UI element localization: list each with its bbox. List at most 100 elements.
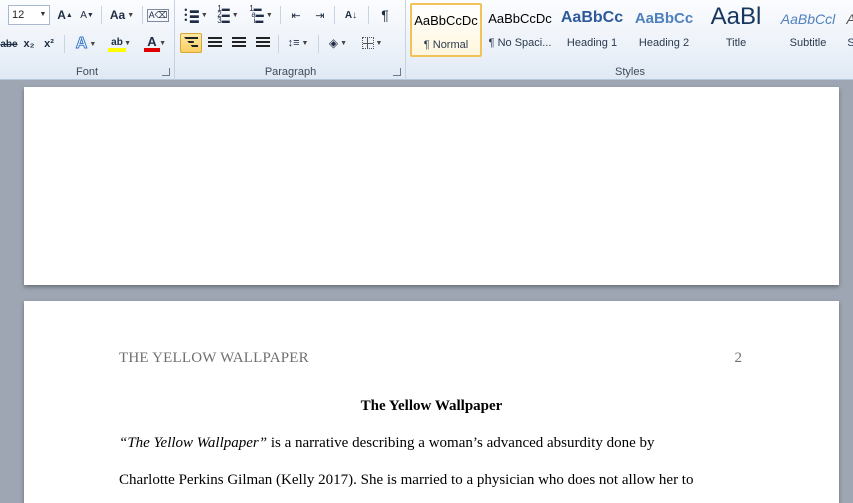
text-effects-icon: A [75, 35, 88, 53]
style-sample: A [845, 11, 853, 27]
separator [318, 35, 319, 53]
style-subtle-emphasis[interactable]: A S [845, 3, 853, 57]
justify-icon [256, 37, 270, 49]
style-normal[interactable]: AaBbCcDc ¶ Normal [410, 3, 482, 57]
align-right-icon [232, 37, 246, 49]
align-left-icon [184, 37, 198, 49]
shrink-font-icon: A [80, 9, 87, 21]
grow-font-button[interactable]: A ▲ [55, 5, 75, 25]
numbering-button[interactable]: 1▬ 2▬ 3▬ ▼ [214, 5, 242, 25]
paragraph-dialog-launcher-icon[interactable] [393, 68, 401, 76]
strikethrough-icon: abe [0, 38, 18, 50]
increase-indent-button[interactable]: ⇥ [310, 5, 330, 25]
styles-group: AaBbCcDc ¶ Normal AaBbCcDc ¶ No Spaci...… [407, 0, 853, 80]
document-title: The Yellow Wallpaper [360, 398, 503, 414]
highlight-button[interactable]: ab ▼ [103, 34, 131, 54]
style-sample: AaBbCcDc [488, 11, 552, 26]
subscript-icon: x₂ [23, 38, 35, 50]
numbered-list-icon: 1▬ 2▬ 3▬ [217, 4, 230, 25]
separator [368, 6, 369, 24]
align-center-button[interactable] [204, 33, 226, 53]
pilcrow-icon: ¶ [381, 7, 389, 23]
font-size-box[interactable]: 12 ▼ [8, 5, 50, 25]
body-line-2: Charlotte Perkins Gilman (Kelly 2017). S… [119, 472, 694, 488]
align-center-icon [208, 37, 222, 49]
paragraph-group-label: Paragraph [264, 66, 317, 78]
borders-icon [361, 37, 374, 49]
decrease-indent-button[interactable]: ⇤ [286, 5, 306, 25]
font-color-bar [144, 48, 160, 52]
document-page-1[interactable] [24, 87, 839, 285]
style-sample: AaBbCcl [780, 11, 836, 27]
subscript-button[interactable]: x₂ [20, 34, 38, 54]
font-group: 12 ▼ A ▲ A ▼ Aa ▼ A⌫ abe x₂ x² A ▼ ab ▼ … [0, 0, 175, 80]
sort-button[interactable]: A↓ [340, 5, 362, 25]
justify-button[interactable] [252, 33, 274, 53]
styles-group-label: Styles [615, 66, 645, 78]
bullets-button[interactable]: • ▬ • ▬ • ▬ ▼ [182, 5, 210, 25]
superscript-icon: x² [44, 38, 54, 50]
strikethrough-button[interactable]: abe [0, 34, 18, 54]
multilevel-list-icon: 1▬ a▬ i▬ [249, 4, 264, 25]
style-name: Heading 1 [566, 37, 618, 49]
increase-indent-icon: ⇥ [315, 9, 325, 22]
style-subtitle[interactable]: AaBbCcl Subtitle [773, 3, 843, 57]
style-name: Subtitle [789, 37, 827, 49]
decrease-indent-icon: ⇤ [291, 9, 301, 22]
page-number: 2 [734, 350, 743, 366]
align-left-button[interactable] [180, 33, 202, 53]
separator [280, 6, 281, 24]
style-title[interactable]: AaBl Title [701, 3, 771, 57]
italic-title: “The Yellow Wallpaper” [119, 435, 268, 451]
multilevel-list-button[interactable]: 1▬ a▬ i▬ ▼ [246, 5, 276, 25]
style-name: Title [725, 37, 747, 49]
highlight-color-bar [108, 47, 126, 52]
style-sample: AaBbCc [560, 9, 624, 26]
font-size-value: 12 [12, 9, 25, 21]
superscript-button[interactable]: x² [40, 34, 58, 54]
style-no-spacing[interactable]: AaBbCcDc ¶ No Spaci... [485, 3, 555, 57]
style-name: ¶ No Spaci... [488, 37, 552, 49]
running-head: THE YELLOW WALLPAPER [119, 350, 309, 366]
font-dialog-launcher-icon[interactable] [162, 68, 170, 76]
style-name: S [847, 37, 853, 49]
separator [64, 35, 65, 53]
font-color-icon: A [147, 34, 157, 49]
paragraph-group: • ▬ • ▬ • ▬ ▼ 1▬ 2▬ 3▬ ▼ 1▬ a▬ i▬ ▼ ⇤ ⇥ A↓ ¶ [176, 0, 406, 80]
document-page-2[interactable]: THE YELLOW WALLPAPER 2 The Yellow Wallpa… [24, 301, 839, 503]
highlighter-icon: ab [111, 36, 123, 48]
text-effects-button[interactable]: A ▼ [72, 34, 100, 54]
style-name: Heading 2 [638, 37, 690, 49]
style-sample: AaBbCcDc [414, 13, 478, 28]
style-sample: AaBl [710, 3, 762, 30]
shrink-font-button[interactable]: A ▼ [77, 5, 97, 25]
grow-font-icon: A [57, 8, 66, 22]
sort-icon: A↓ [344, 9, 358, 21]
show-marks-button[interactable]: ¶ [374, 5, 396, 25]
line-spacing-icon: ↕≡ [287, 37, 300, 49]
body-line-1: “The Yellow Wallpaper” is a narrative de… [119, 435, 655, 452]
style-name: ¶ Normal [423, 39, 469, 51]
paint-bucket-icon: ◈ [328, 36, 339, 50]
change-case-icon: Aa [109, 8, 126, 22]
ribbon: 12 ▼ A ▲ A ▼ Aa ▼ A⌫ abe x₂ x² A ▼ ab ▼ … [0, 0, 853, 80]
line-spacing-button[interactable]: ↕≡ ▼ [284, 33, 312, 53]
style-heading-2[interactable]: AaBbCc Heading 2 [629, 3, 699, 57]
style-heading-1[interactable]: AaBbCc Heading 1 [557, 3, 627, 57]
font-color-button[interactable]: A ▼ [138, 34, 166, 54]
clear-formatting-icon: A⌫ [146, 8, 170, 22]
style-sample: AaBbCc [634, 10, 694, 27]
change-case-button[interactable]: Aa ▼ [107, 5, 137, 25]
separator [101, 6, 102, 24]
font-group-label: Font [75, 66, 98, 78]
separator [142, 6, 143, 24]
separator [334, 6, 335, 24]
chevron-down-icon[interactable]: ▼ [37, 6, 49, 24]
separator [278, 35, 279, 53]
shading-button[interactable]: ◈ ▼ [324, 33, 352, 53]
borders-button[interactable]: ▼ [358, 33, 386, 53]
clear-formatting-button[interactable]: A⌫ [146, 5, 170, 25]
body-text: is a narrative describing a woman’s adva… [267, 435, 655, 451]
bullet-list-icon: • ▬ • ▬ • ▬ [184, 4, 199, 25]
align-right-button[interactable] [228, 33, 250, 53]
